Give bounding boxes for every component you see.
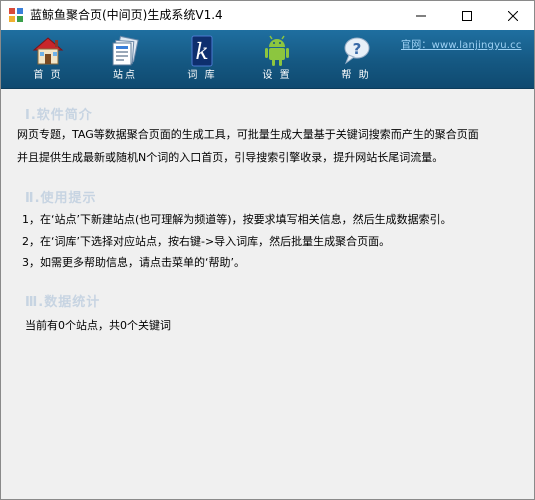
- android-settings-icon: [265, 35, 289, 66]
- main-toolbar: 首 页 站点 k 词 库 设 置 ? 帮 助 官网：www.lanjingyu.…: [1, 30, 534, 89]
- tip-line: 1，在‘站点’下新建站点(也可理解为频道等)，按要求填写相关信息，然后生成数据索…: [22, 213, 452, 226]
- close-icon: [508, 10, 518, 21]
- stats-text: 当前有0个站点，共0个关键词: [25, 319, 171, 332]
- minimize-button[interactable]: [398, 1, 444, 30]
- title-bar[interactable]: 蓝鲸鱼聚合页(中间页)生成系统V1.4: [1, 1, 534, 30]
- intro-line: 并且提供生成最新或随机N个词的入口首页，引导搜索引擎收录，提升网站长尾词流量。: [17, 151, 444, 164]
- tip-line: 3，如需更多帮助信息，请点击菜单的‘帮助’。: [22, 256, 245, 269]
- window-title: 蓝鲸鱼聚合页(中间页)生成系统V1.4: [30, 8, 223, 22]
- tip-line: 2，在‘词库’下选择对应站点，按右键->导入词库，然后批量生成聚合页面。: [22, 235, 391, 248]
- toolbar-wordlib-label: 词 库: [187, 70, 217, 81]
- site-icon: [112, 35, 139, 66]
- app-window: 蓝鲸鱼聚合页(中间页)生成系统V1.4 首 页 站点 k 词 库 设 置 ? 帮…: [0, 0, 535, 500]
- section-title-stats: Ⅲ.数据统计: [25, 295, 101, 310]
- section-title-intro: Ⅰ.软件简介: [25, 108, 93, 123]
- toolbar-site-button[interactable]: 站点: [98, 33, 152, 87]
- toolbar-help-button[interactable]: ? 帮 助: [329, 33, 383, 87]
- toolbar-site-label: 站点: [113, 70, 137, 81]
- app-icon: [9, 8, 23, 22]
- official-site-link[interactable]: 官网：www.lanjingyu.cc: [401, 36, 522, 51]
- help-icon: ?: [344, 37, 370, 65]
- svg-text:k: k: [195, 40, 208, 65]
- toolbar-home-button[interactable]: 首 页: [21, 33, 75, 87]
- intro-line: 网页专题，TAG等数据聚合页面的生成工具，可批量生成大量基于关键词搜索而产生的聚…: [17, 128, 479, 141]
- toolbar-wordlib-button[interactable]: k 词 库: [175, 33, 229, 87]
- toolbar-settings-button[interactable]: 设 置: [250, 33, 304, 87]
- toolbar-help-label: 帮 助: [341, 70, 371, 81]
- close-button[interactable]: [490, 1, 534, 30]
- maximize-button[interactable]: [444, 1, 490, 30]
- maximize-icon: [462, 10, 472, 21]
- svg-text:?: ?: [353, 40, 362, 58]
- wordlib-icon: k: [191, 35, 213, 67]
- toolbar-settings-label: 设 置: [262, 70, 292, 81]
- section-title-tips: Ⅱ.使用提示: [25, 191, 97, 206]
- minimize-icon: [416, 15, 426, 16]
- home-icon: [32, 37, 64, 65]
- toolbar-home-label: 首 页: [33, 70, 63, 81]
- intro-panel: Ⅰ.软件简介 网页专题，TAG等数据聚合页面的生成工具，可批量生成大量基于关键词…: [1, 89, 534, 499]
